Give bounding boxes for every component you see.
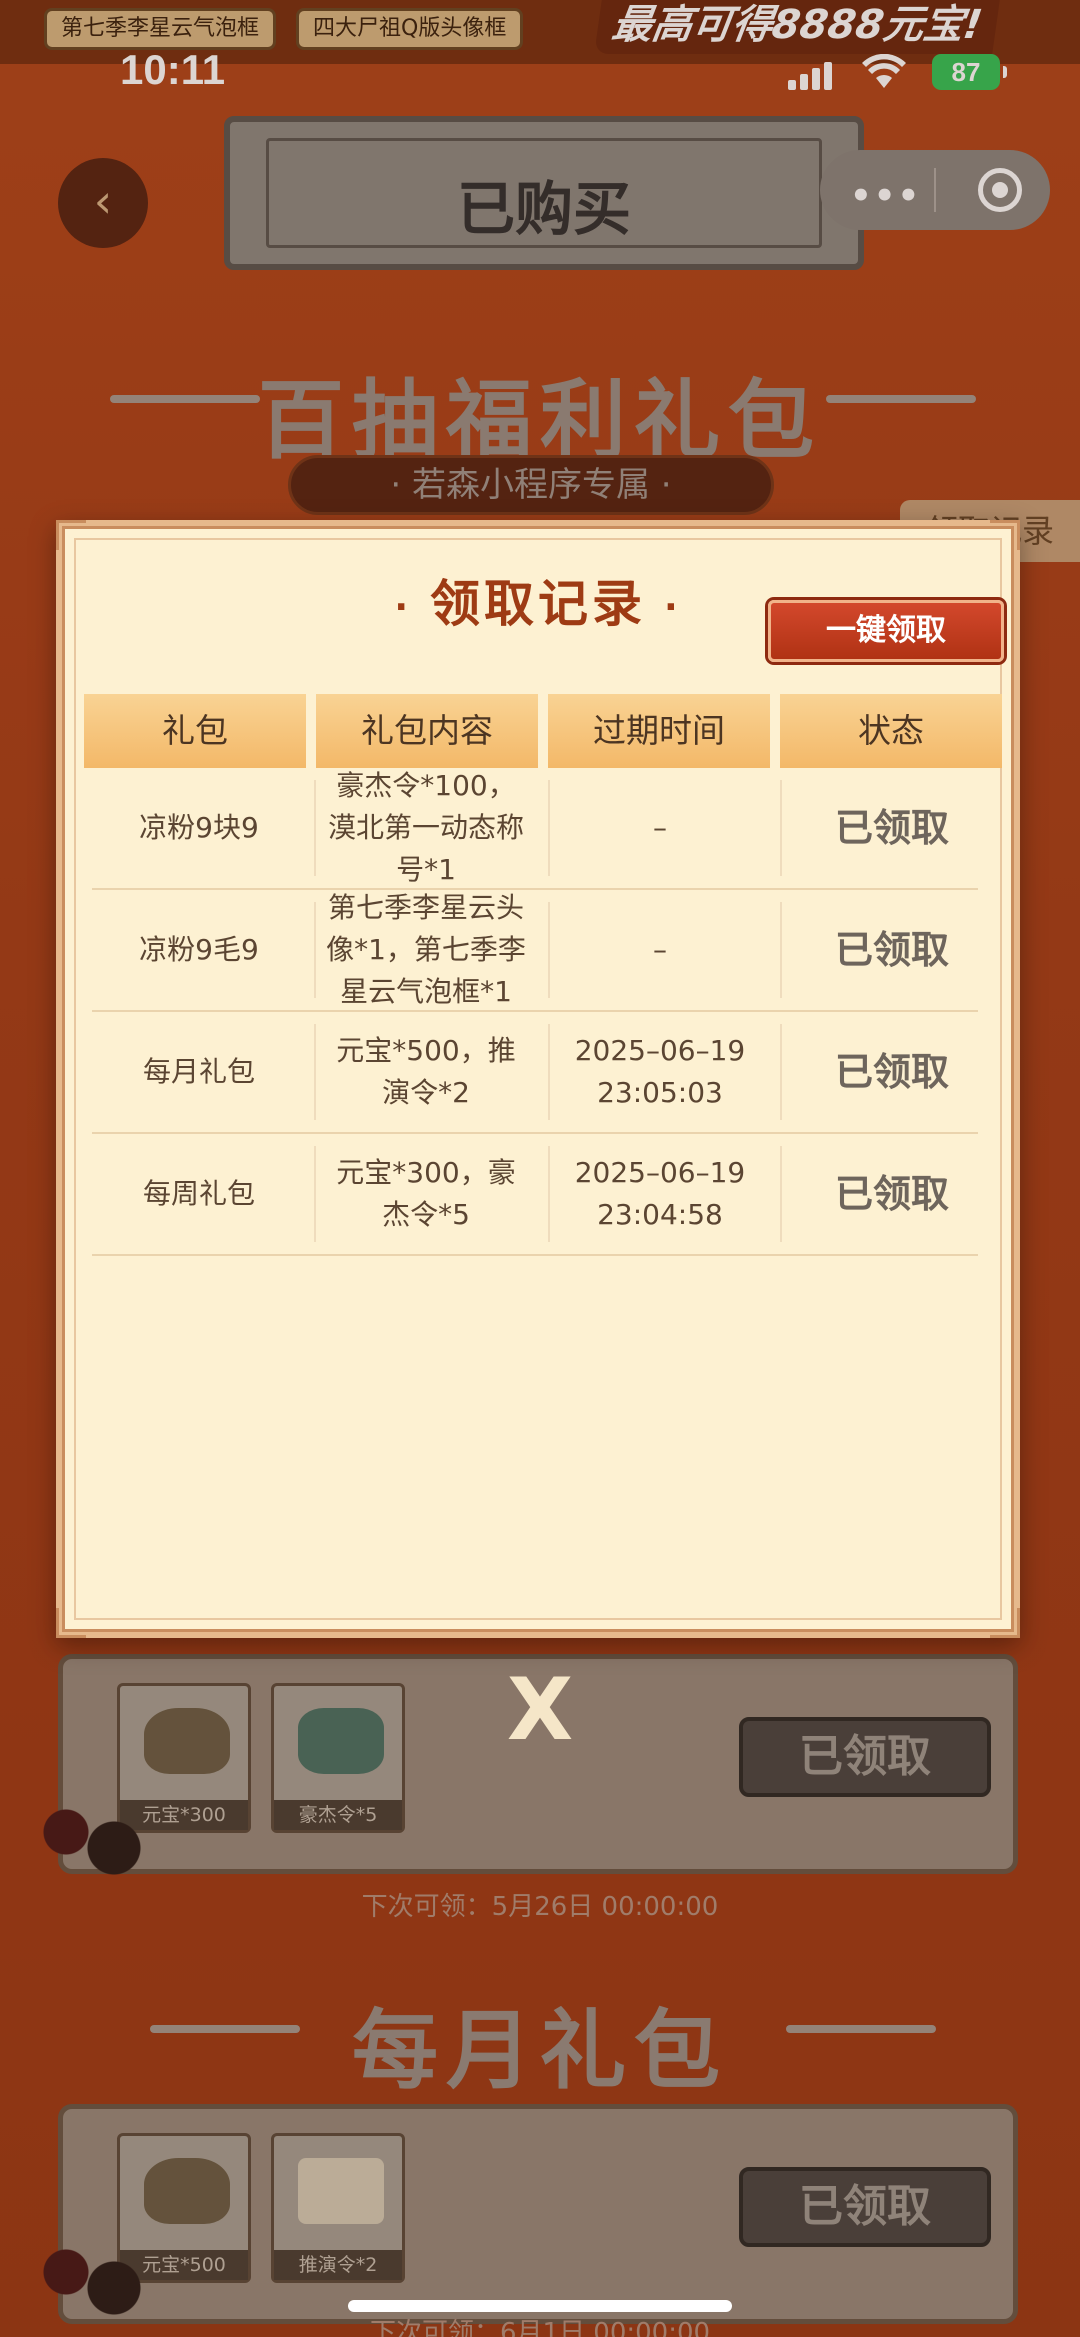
expire-time: 2025–06–19 23:04:58	[548, 1146, 770, 1242]
table-row: 每周礼包 元宝*300，豪杰令*5 2025–06–19 23:04:58 已领取	[92, 1134, 978, 1256]
claim-status: 已领取	[780, 1024, 1002, 1120]
expire-time: –	[548, 780, 770, 876]
package-name: 每月礼包	[142, 1055, 255, 1088]
package-name: 每周礼包	[142, 1177, 255, 1210]
table-header: 礼包 礼包内容 过期时间 状态	[84, 694, 1002, 768]
table-row: 每月礼包 元宝*500，推演令*2 2025–06–19 23:05:03 已领取	[92, 1012, 978, 1134]
column-header-status: 状态	[780, 694, 1002, 768]
home-indicator[interactable]	[348, 2300, 732, 2312]
package-name: 凉粉9毛9	[139, 933, 259, 966]
claim-status: 已领取	[780, 1146, 1002, 1242]
package-name: 凉粉9块9	[139, 811, 259, 844]
column-header-package: 礼包	[84, 694, 306, 768]
close-modal-button[interactable]: X	[500, 1667, 580, 1753]
package-content: 元宝*300，豪杰令*5	[314, 1146, 536, 1242]
column-header-content: 礼包内容	[316, 694, 538, 768]
claim-all-button[interactable]: 一键领取	[768, 600, 1004, 662]
claim-status: 已领取	[780, 902, 1002, 998]
claim-status: 已领取	[780, 780, 1002, 876]
table-row: 凉粉9毛9 第七季李星云头像*1，第七季李星云气泡框*1 – 已领取	[92, 890, 978, 1012]
column-header-expire: 过期时间	[548, 694, 770, 768]
package-content: 元宝*500，推演令*2	[314, 1024, 536, 1120]
claim-record-modal: · 领取记录 · 一键领取 礼包 礼包内容 过期时间 状态 凉粉9块9 豪杰令*10…	[56, 520, 1020, 1638]
package-content: 第七季李星云头像*1，第七季李星云气泡框*1	[314, 891, 536, 1008]
record-table: 礼包 礼包内容 过期时间 状态 凉粉9块9 豪杰令*100，漠北第一动态称号*1…	[84, 694, 1002, 1256]
expire-time: –	[548, 902, 770, 998]
package-content: 豪杰令*100，漠北第一动态称号*1	[314, 769, 536, 886]
expire-time: 2025–06–19 23:05:03	[548, 1024, 770, 1120]
table-row: 凉粉9块9 豪杰令*100，漠北第一动态称号*1 – 已领取	[92, 768, 978, 890]
